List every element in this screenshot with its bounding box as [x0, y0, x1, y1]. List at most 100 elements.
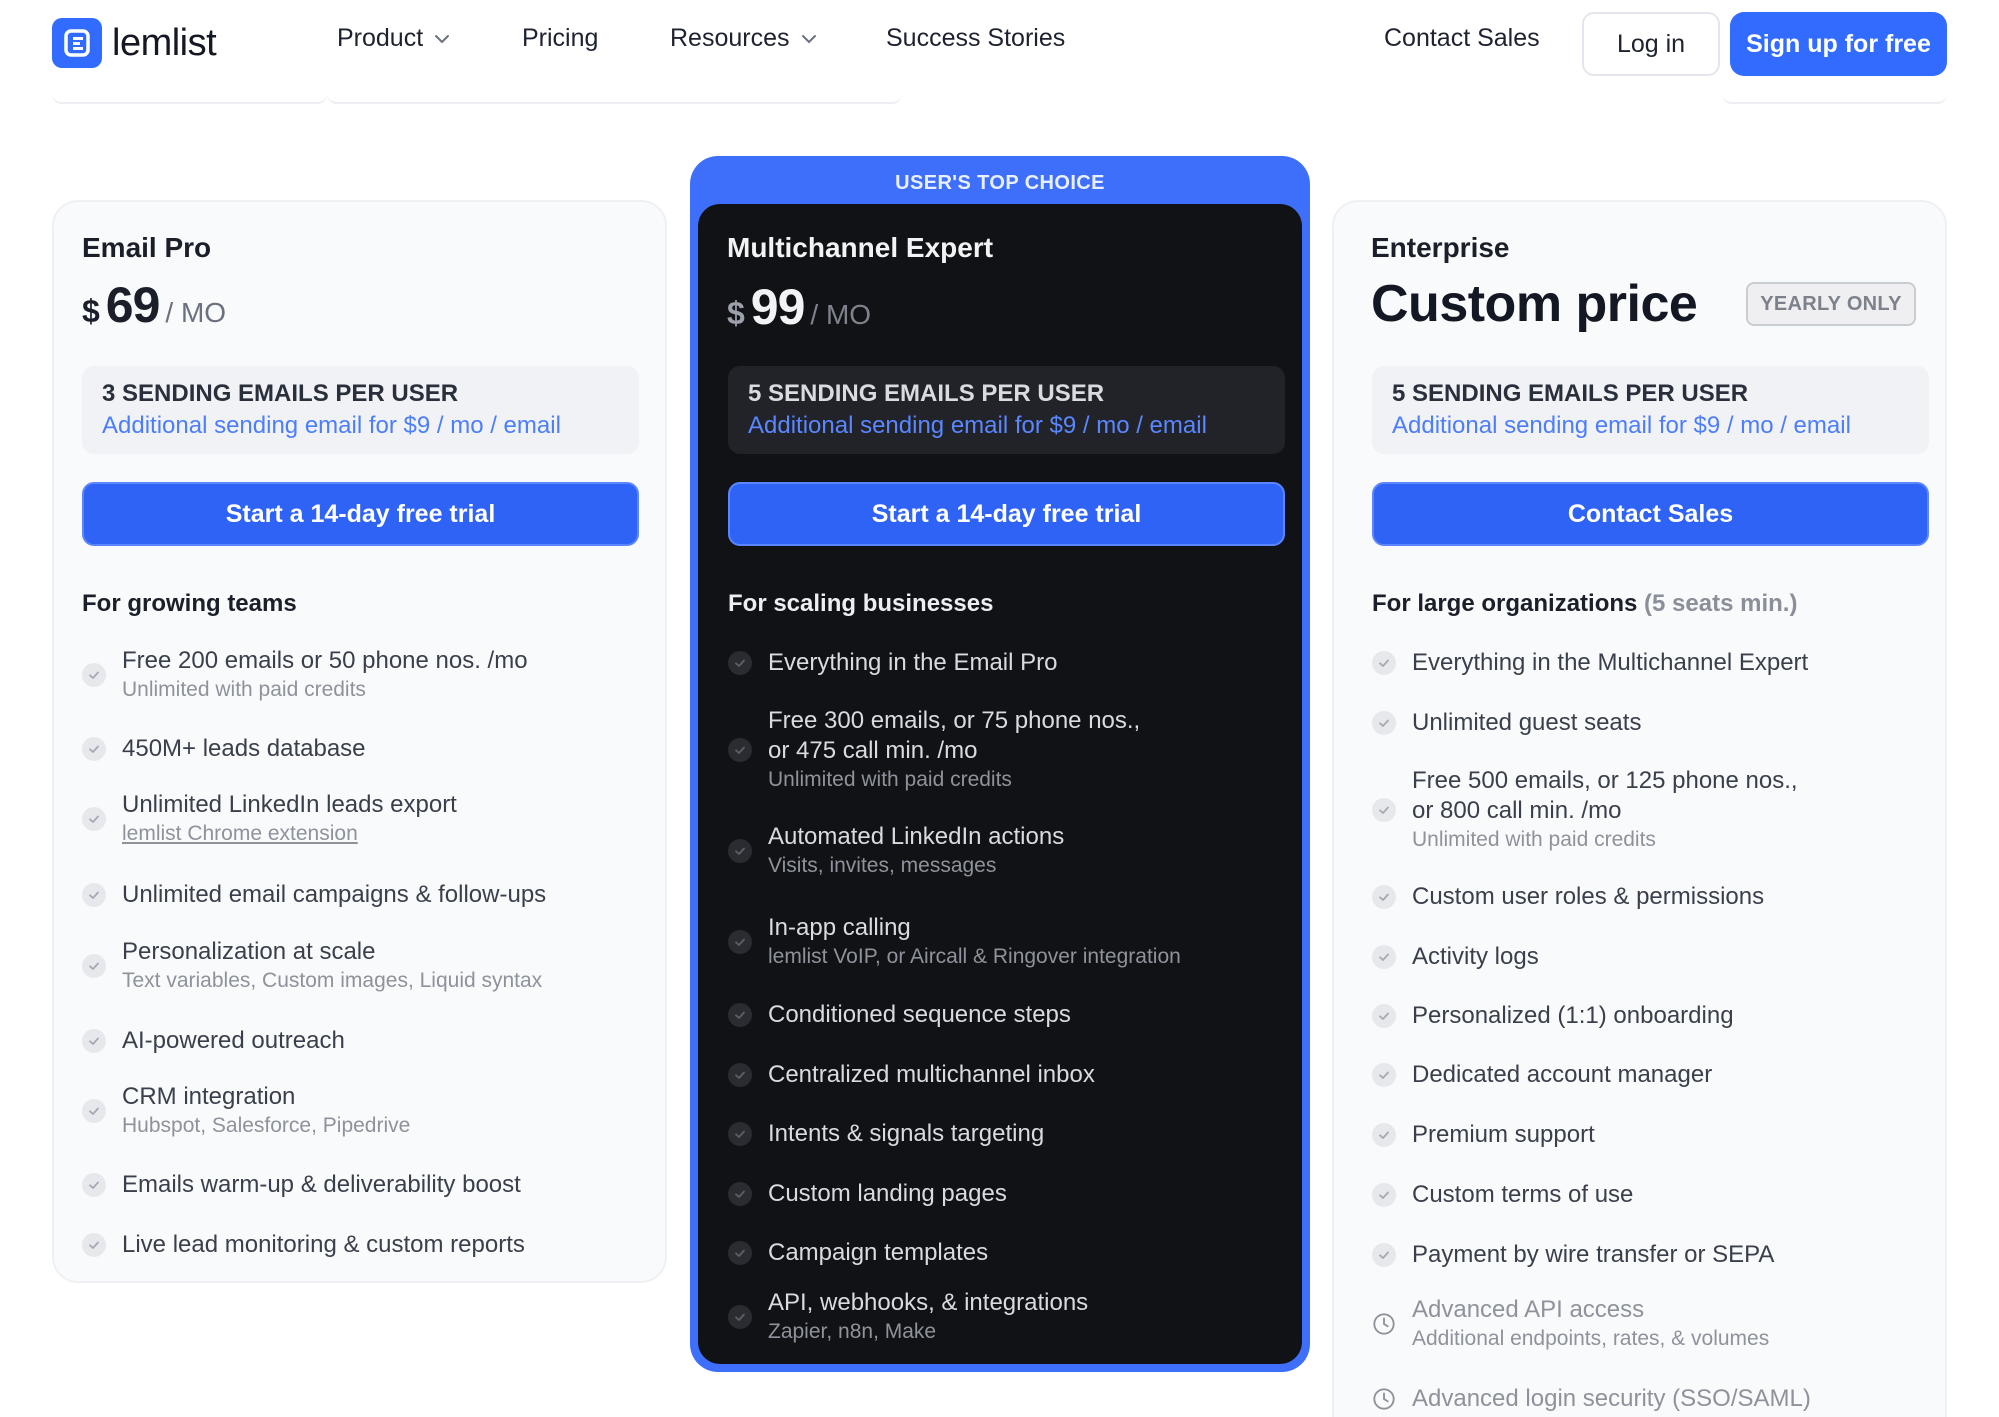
nav-item-success-stories[interactable]: Success Stories	[886, 24, 1065, 53]
feature-title: Custom landing pages	[768, 1180, 1007, 1207]
feature-title: or 475 call min. /mo	[768, 737, 978, 764]
feature-title: Unlimited email campaigns & follow-ups	[122, 881, 547, 908]
feature-item: Intents & signals targeting	[728, 1119, 1268, 1149]
plan-price: $ 99 / MO	[727, 278, 871, 336]
feature-title: Free 300 emails, or 75 phone nos.,	[768, 707, 1141, 734]
feature-title: Unlimited guest seats	[1412, 709, 1642, 736]
feature-item: In-app calling lemlist VoIP, or Aircall &…	[728, 913, 1268, 971]
price-period: / MO	[165, 297, 227, 328]
plan-name: Multichannel Expert	[727, 232, 994, 263]
feature-item: Unlimited LinkedIn leads export lemlist C…	[82, 790, 622, 848]
feature-title: Emails warm-up & deliverability boost	[122, 1171, 521, 1198]
feature-subtitle: Unlimited with paid credits	[122, 678, 366, 701]
feature-item: Live lead monitoring & custom reports	[82, 1230, 622, 1260]
feature-subtitle: Visits, invites, messages	[768, 854, 997, 877]
feature-title: Live lead monitoring & custom reports	[122, 1231, 525, 1258]
feature-subtitle: Unlimited with paid credits	[1412, 828, 1656, 851]
check-icon	[728, 1305, 752, 1329]
sending-emails-extra: Additional sending email for $9 / mo / e…	[1392, 412, 1851, 439]
nav-item-resources[interactable]: Resources	[670, 24, 818, 53]
contact-sales-link[interactable]: Contact Sales	[1384, 24, 1540, 53]
login-button[interactable]: Log in	[1582, 12, 1720, 76]
feature-item: Activity logs	[1372, 942, 1912, 972]
check-icon	[728, 651, 752, 675]
feature-item: Custom landing pages	[728, 1179, 1268, 1209]
price-amount: 69	[105, 277, 161, 333]
feature-title: Centralized multichannel inbox	[768, 1061, 1095, 1088]
nav-item-label: Success Stories	[886, 24, 1066, 52]
feature-item: Personalized (1:1) onboarding	[1372, 1001, 1912, 1031]
feature-item: Campaign templates	[728, 1238, 1268, 1268]
feature-subtitle: lemlist VoIP, or Aircall & Ringover inte…	[768, 945, 1181, 968]
check-icon	[82, 1029, 106, 1053]
check-icon	[1372, 798, 1396, 822]
feature-item: Personalization at scale Text variables, …	[82, 937, 622, 995]
feature-title: or 800 call min. /mo	[1412, 797, 1622, 824]
feature-item: Payment by wire transfer or SEPA	[1372, 1240, 1912, 1270]
lemlist-logo[interactable]: lemlist	[52, 18, 217, 68]
sending-emails-box: 5 sending emails per user Additional sen…	[1372, 366, 1929, 454]
plan-price: Custom price	[1371, 275, 1698, 333]
chrome-extension-link[interactable]: lemlist Chrome extension	[122, 820, 622, 848]
feature-item: Free 200 emails or 50 phone nos. /mo Unli…	[82, 646, 622, 704]
feature-title: Unlimited LinkedIn leads export	[122, 791, 457, 818]
feature-item: Advanced login security (SSO/SAML)	[1372, 1384, 1912, 1414]
clock-icon	[1372, 1312, 1396, 1336]
contact-sales-button[interactable]: Contact Sales	[1372, 482, 1929, 546]
logo-wordmark: lemlist	[112, 21, 217, 64]
feature-title: Personalized (1:1) onboarding	[1412, 1002, 1734, 1029]
feature-title: Payment by wire transfer or SEPA	[1412, 1241, 1775, 1268]
feature-item: Free 500 emails, or 125 phone nos., or 80…	[1372, 766, 1912, 854]
feature-item: Custom terms of use	[1372, 1180, 1912, 1210]
nav-item-label: Product	[337, 24, 424, 52]
feature-item: API, webhooks, & integrations Zapier, n8n…	[728, 1288, 1268, 1346]
feature-item: Emails warm-up & deliverability boost	[82, 1170, 622, 1200]
lemlist-logo-icon	[52, 18, 102, 68]
seats-minimum-note: (5 seats min.)	[1644, 590, 1798, 617]
tab-strip-edge	[52, 80, 327, 104]
check-icon	[728, 1003, 752, 1027]
feature-item: 450M+ leads database	[82, 734, 622, 764]
nav-item-pricing[interactable]: Pricing	[522, 24, 598, 53]
check-icon	[1372, 885, 1396, 909]
check-icon	[82, 1233, 106, 1257]
start-trial-button[interactable]: Start a 14-day free trial	[728, 482, 1285, 546]
check-icon	[82, 1099, 106, 1123]
nav-item-product[interactable]: Product	[337, 24, 451, 53]
price-currency: $	[727, 295, 745, 331]
plan-audience-label: For large organizations	[1372, 590, 1638, 617]
start-trial-button[interactable]: Start a 14-day free trial	[82, 482, 639, 546]
feature-item: Unlimited email campaigns & follow-ups	[82, 880, 622, 910]
feature-item: Automated LinkedIn actions Visits, invite…	[728, 822, 1268, 880]
chevron-down-icon	[801, 34, 816, 43]
sending-emails-title: 3 sending emails per user	[102, 380, 459, 407]
feature-title: CRM integration	[122, 1083, 296, 1110]
feature-title: Conditioned sequence steps	[768, 1001, 1071, 1028]
sending-emails-extra: Additional sending email for $9 / mo / e…	[748, 412, 1207, 439]
check-icon	[82, 883, 106, 907]
check-icon	[82, 807, 106, 831]
feature-item: Dedicated account manager	[1372, 1060, 1912, 1090]
feature-item: Advanced API access Additional endpoints,…	[1372, 1295, 1912, 1353]
feature-item: Free 300 emails, or 75 phone nos., or 475…	[728, 706, 1268, 794]
check-icon	[1372, 1123, 1396, 1147]
feature-title: In-app calling	[768, 914, 911, 941]
check-icon	[728, 1241, 752, 1265]
check-icon	[728, 1063, 752, 1087]
feature-title: Free 500 emails, or 125 phone nos.,	[1412, 767, 1798, 794]
check-icon	[1372, 945, 1396, 969]
price-amount: 99	[750, 279, 806, 335]
nav-item-label: Resources	[670, 24, 790, 52]
feature-title: Advanced login security (SSO/SAML)	[1412, 1385, 1811, 1412]
feature-title: Automated LinkedIn actions	[768, 823, 1065, 850]
yearly-only-badge: YEARLY ONLY	[1746, 282, 1916, 326]
signup-button[interactable]: Sign up for free	[1730, 12, 1947, 76]
check-icon	[82, 1173, 106, 1197]
check-icon	[82, 737, 106, 761]
feature-item: Everything in the Email Pro	[728, 648, 1268, 678]
feature-item: Conditioned sequence steps	[728, 1000, 1268, 1030]
feature-title: Custom terms of use	[1412, 1181, 1634, 1208]
feature-title: Activity logs	[1412, 943, 1539, 970]
check-icon	[728, 930, 752, 954]
feature-subtitle: Zapier, n8n, Make	[768, 1320, 937, 1343]
